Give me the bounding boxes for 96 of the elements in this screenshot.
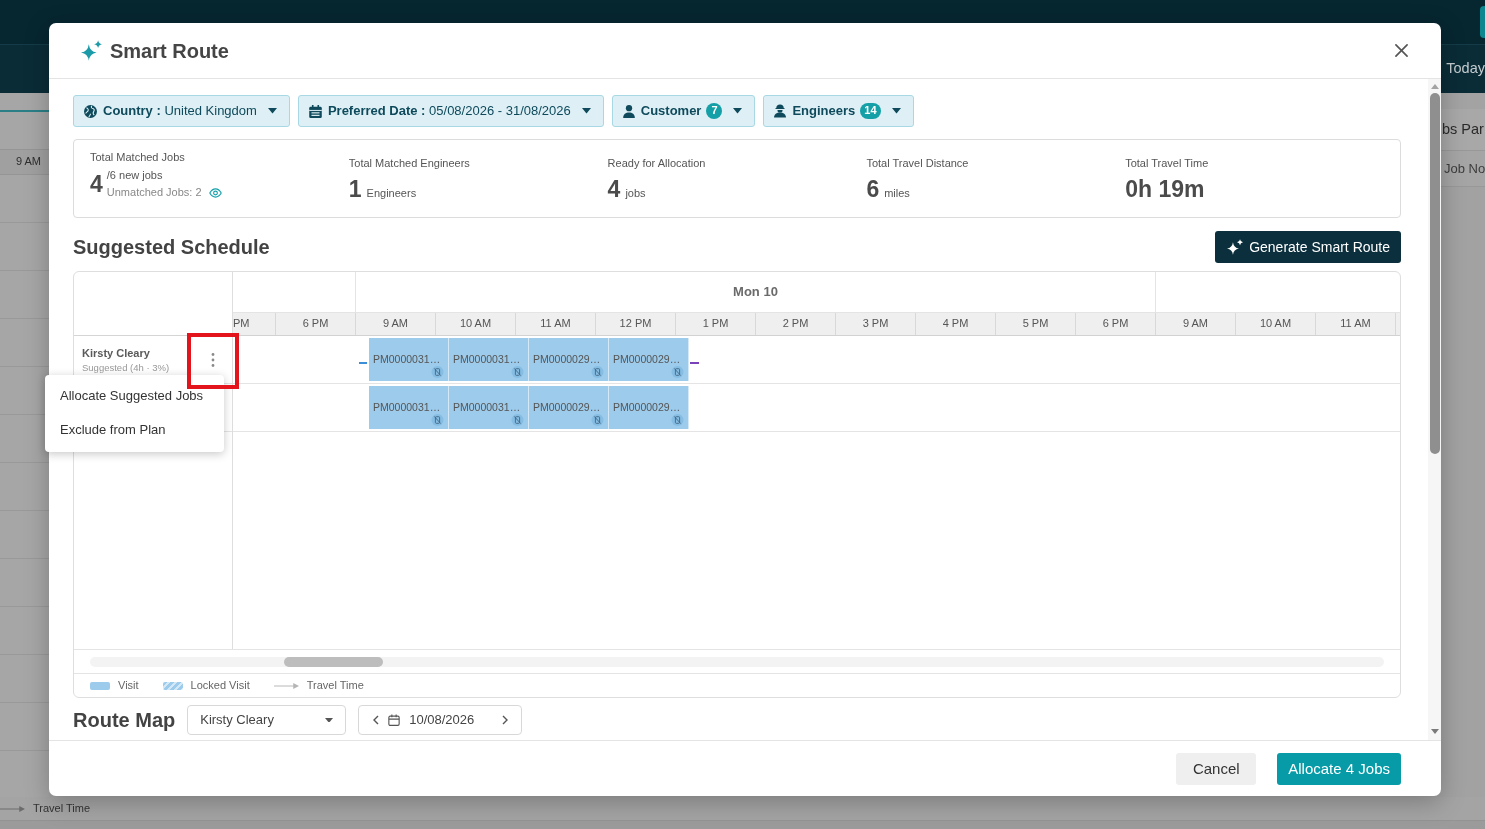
eye-icon[interactable] (208, 187, 222, 198)
caret-icon (267, 108, 277, 114)
stat-label: Total Matched Jobs (90, 150, 186, 164)
today-button[interactable]: Today (1445, 56, 1485, 82)
section-title: Suggested Schedule (73, 235, 270, 259)
engineer-status: Suggested (4h · 3%) (82, 362, 171, 374)
calendar-icon (388, 714, 401, 726)
engineer-select[interactable]: Kirsty Cleary (187, 705, 347, 735)
time-header: 9 AM (0, 150, 49, 175)
arrow-icon (0, 805, 25, 812)
slashed-icon (431, 366, 444, 378)
hour-label: 10 AM (1236, 313, 1316, 335)
visit-block[interactable]: PM0000029… (529, 338, 609, 381)
stat-note: Unmatched Jobs: 2 (106, 186, 202, 200)
slashed-icon (591, 366, 604, 378)
visit-swatch (90, 681, 110, 690)
stat-value: 6 (866, 175, 880, 202)
hour-label: 11 AM (516, 313, 596, 335)
visit-block[interactable]: PM0000029… (609, 386, 689, 429)
filter-button[interactable]: Preferred Date : 05/08/2026 - 31/08/2026 (297, 95, 604, 127)
scrollbar-thumb[interactable] (1429, 93, 1440, 454)
slashed-icon (671, 414, 684, 426)
count-badge: 14 (860, 103, 881, 119)
stat-unit: Engineers (366, 186, 417, 200)
hour-label: 4 PM (916, 313, 996, 335)
caret-icon (325, 717, 334, 723)
stat-value: 4 (90, 171, 103, 198)
globe-icon (84, 104, 97, 118)
hour-label: 11 AM (1316, 313, 1396, 335)
filter-button[interactable]: Engineers 14 (763, 95, 914, 127)
hour-label: 1 PM (676, 313, 756, 335)
locked-visit-swatch (162, 681, 183, 690)
count-badge: 7 (706, 103, 723, 119)
visit-block[interactable]: PM0000031… (449, 338, 529, 381)
hour-label: 10 AM (436, 313, 516, 335)
chevron-left-icon[interactable] (373, 715, 380, 725)
caret-icon (733, 108, 743, 114)
menu-item[interactable]: Allocate Suggested Jobs (45, 379, 224, 413)
visit-block[interactable]: PM0000029… (609, 338, 689, 381)
visit-block[interactable]: PM0000031… (449, 386, 529, 429)
kebab-menu-icon[interactable] (211, 353, 215, 367)
arrow-icon (273, 682, 299, 689)
hour-label: 3 PM (836, 313, 916, 335)
legend-label: Visit (118, 678, 139, 693)
slashed-icon (671, 366, 684, 378)
worker-icon (774, 104, 787, 118)
filter-button[interactable]: Country : United Kingdom (73, 95, 290, 127)
stat-label: Ready for Allocation (607, 155, 707, 170)
visit-block[interactable]: PM0000029… (529, 386, 609, 429)
slashed-icon (591, 414, 604, 426)
stat-unit: /6 new jobs (106, 169, 164, 183)
engineer-name: Kirsty Cleary (82, 346, 151, 360)
visit-block[interactable]: PM0000031… (369, 338, 449, 381)
legend-label: Travel Time (33, 801, 91, 816)
scroll-up-icon[interactable] (1430, 84, 1439, 89)
scroll-down-icon[interactable] (1430, 729, 1439, 734)
legend-label: Locked Visit (190, 678, 250, 693)
hour-label: 5 PM (996, 313, 1076, 335)
sparkle-icon (1227, 239, 1244, 255)
close-icon[interactable] (1395, 44, 1408, 57)
hour-label: PM (233, 313, 276, 335)
hour-label: 6 PM (276, 313, 356, 335)
hour-label: 12 PM (596, 313, 676, 335)
scrollbar-thumb[interactable] (284, 656, 383, 667)
stat-value: 1 (348, 175, 362, 202)
date-value[interactable]: 10/08/2026 (409, 712, 475, 728)
hour-label: 2 PM (756, 313, 836, 335)
dialog-title: Smart Route (110, 38, 229, 63)
stat-value: 4 (607, 175, 621, 202)
legend-label: Travel Time (306, 678, 364, 693)
stat-unit: jobs (625, 186, 646, 200)
person-icon (622, 104, 635, 118)
slashed-icon (511, 366, 524, 378)
generate-button[interactable]: Generate Smart Route (1215, 231, 1401, 263)
stat-label: Total Travel Distance (866, 155, 970, 170)
sparkle-icon (81, 40, 102, 61)
hour-label: 9 AM (356, 313, 436, 335)
cancel-button[interactable]: Cancel (1176, 752, 1257, 785)
hour-label: 9 AM (1156, 313, 1236, 335)
hour-label: 6 PM (1076, 313, 1156, 335)
stat-value: 0h 19m (1125, 175, 1205, 202)
filter-button[interactable]: Customer 7 (611, 95, 756, 127)
chevron-right-icon[interactable] (502, 715, 509, 725)
caret-icon (891, 108, 901, 114)
stat-unit: miles (884, 186, 910, 200)
day-header: Mon 10 (356, 272, 1156, 312)
visit-block[interactable]: PM0000031… (369, 386, 449, 429)
slashed-icon (431, 414, 444, 426)
section-title: Route Map (73, 708, 176, 733)
cut-off-button[interactable] (1480, 6, 1485, 38)
slashed-icon (511, 414, 524, 426)
menu-item[interactable]: Exclude from Plan (45, 413, 224, 447)
stat-label: Total Travel Time (1125, 155, 1210, 170)
stat-label: Total Matched Engineers (348, 155, 471, 170)
caret-icon (581, 108, 591, 114)
calendar-icon (308, 104, 322, 118)
